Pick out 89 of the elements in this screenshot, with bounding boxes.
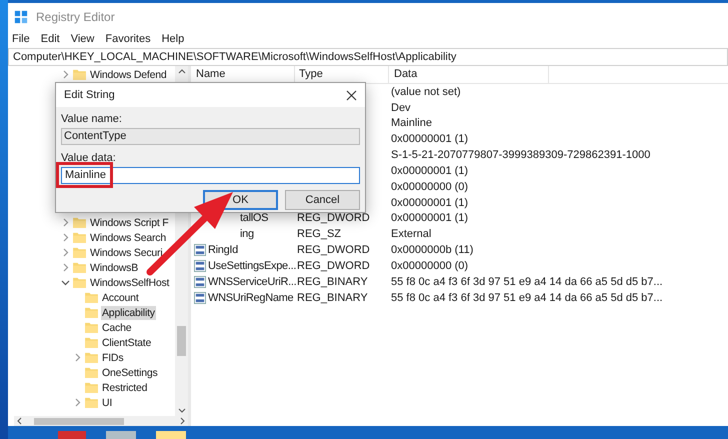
value-data: Mainline — [390, 116, 432, 132]
dialog-button[interactable]: Cancel — [285, 190, 360, 210]
value-data: Dev — [390, 100, 411, 116]
scroll-up-icon[interactable] — [178, 69, 186, 74]
binary-value-icon — [194, 292, 206, 304]
folder-icon — [73, 232, 86, 243]
menu-item[interactable]: Edit — [40, 30, 60, 48]
chevron-right-icon[interactable] — [74, 398, 80, 407]
menu-item[interactable]: View — [70, 30, 94, 48]
value-name[interactable]: RingId — [208, 242, 238, 259]
tree-item[interactable]: Windows Script F — [89, 216, 170, 230]
value-name[interactable]: WNSServiceUriR... — [208, 274, 296, 290]
tree-item[interactable]: UI — [101, 396, 114, 410]
folder-icon — [85, 292, 98, 303]
value-data: 0x0000000b (11) — [390, 243, 474, 258]
tree-item[interactable]: Windows Securi — [89, 246, 164, 260]
tree-item[interactable]: Cache — [101, 320, 132, 334]
tree-item[interactable]: ClientState — [101, 336, 152, 350]
tree-item[interactable]: Account — [101, 290, 140, 304]
chevron-right-icon[interactable] — [62, 248, 68, 257]
folder-icon — [85, 382, 98, 393]
value-type: REG_BINARY — [297, 292, 368, 304]
column-header[interactable]: Data — [389, 66, 549, 83]
field-label: Value name: — [61, 113, 122, 126]
tree-item[interactable]: WindowsSelfHost — [89, 276, 170, 290]
registry-icon — [14, 10, 28, 24]
value-data: 55 f8 0c a4 f3 6f 3d 97 51 e9 a4 14 da 66 a5 5d d5 b7... — [390, 274, 663, 290]
value-data: 0x00000000 (0) — [390, 258, 468, 274]
tree-item[interactable]: OneSettings — [101, 366, 159, 380]
field-label: Value data: — [61, 152, 116, 165]
folder-icon — [85, 307, 98, 318]
value-data: 55 f8 0c a4 f3 6f 3d 97 51 e9 a4 14 da 66 a5 5d d5 b7... — [390, 290, 663, 306]
dialog-title: Edit String — [64, 88, 115, 103]
value-data-field[interactable]: Mainline — [61, 167, 360, 184]
chevron-right-icon[interactable] — [62, 263, 68, 272]
binary-value-icon — [194, 260, 206, 272]
value-type: REG_DWORD — [297, 212, 370, 224]
tree-item[interactable]: FIDs — [101, 350, 124, 364]
value-data: S-1-5-21-2070779807-3999389309-729862391-1000 — [390, 148, 650, 164]
folder-icon — [85, 397, 98, 408]
value-name-field[interactable]: ContentType — [61, 128, 360, 145]
scroll-down-icon[interactable] — [178, 408, 186, 413]
scroll-left-icon[interactable] — [17, 417, 22, 425]
value-data: 0x00000001 (1) — [390, 132, 468, 148]
address-bar[interactable]: Computer\HKEY_LOCAL_MACHINE\SOFTWARE\Microsoft\WindowsSelfHost\Applicability — [8, 48, 728, 66]
value-type: REG_DWORD — [297, 260, 370, 272]
folder-icon — [73, 247, 86, 258]
value-data: 0x00000001 (1) — [390, 196, 468, 211]
chevron-right-icon[interactable] — [74, 353, 80, 362]
value-data: 0x00000001 (1) — [390, 211, 468, 226]
folder-icon — [73, 262, 86, 273]
value-type: REG_BINARY — [297, 276, 368, 288]
close-icon[interactable] — [346, 90, 357, 100]
menu-item[interactable]: File — [12, 30, 30, 48]
value-data: 0x00000000 (0) — [390, 180, 468, 195]
chevron-right-icon[interactable] — [62, 233, 68, 242]
folder-icon — [85, 367, 98, 378]
horizontal-scrollbar[interactable] — [14, 416, 188, 426]
menu-item[interactable]: Favorites — [105, 30, 151, 48]
scroll-thumb[interactable] — [177, 326, 186, 356]
folder-icon — [73, 69, 86, 80]
folder-icon — [85, 322, 98, 333]
scroll-thumb[interactable] — [34, 418, 124, 424]
folder-icon — [73, 277, 86, 288]
tree-item[interactable]: WindowsB — [89, 260, 139, 274]
window-title: Registry Editor — [36, 8, 115, 26]
tree-item[interactable]: Restricted — [101, 380, 148, 394]
value-name[interactable]: ing — [240, 226, 254, 243]
value-name[interactable]: UseSettingsExpe... — [208, 258, 296, 274]
value-name[interactable]: tallOS — [240, 210, 268, 227]
menu-item[interactable]: Help — [162, 30, 184, 48]
binary-value-icon — [194, 276, 206, 288]
value-data: (value not set) — [390, 84, 461, 100]
folder-icon — [85, 352, 98, 363]
value-data: 0x00000001 (1) — [390, 164, 468, 179]
tree-item[interactable]: Windows Defend — [89, 68, 168, 82]
value-data: External — [390, 227, 432, 242]
tree-item[interactable]: Applicability — [101, 306, 156, 320]
chevron-right-icon[interactable] — [62, 218, 68, 227]
folder-icon — [73, 217, 86, 228]
folder-icon — [85, 337, 98, 348]
value-type: REG_DWORD — [297, 244, 370, 256]
chevron-down-icon[interactable] — [61, 280, 70, 286]
chevron-right-icon[interactable] — [62, 70, 68, 79]
value-name[interactable]: WNSUriRegName — [208, 290, 294, 306]
scroll-right-icon[interactable] — [180, 417, 185, 425]
binary-value-icon — [194, 244, 206, 256]
tree-item[interactable]: Windows Search — [89, 230, 167, 244]
value-type: REG_SZ — [297, 228, 342, 240]
